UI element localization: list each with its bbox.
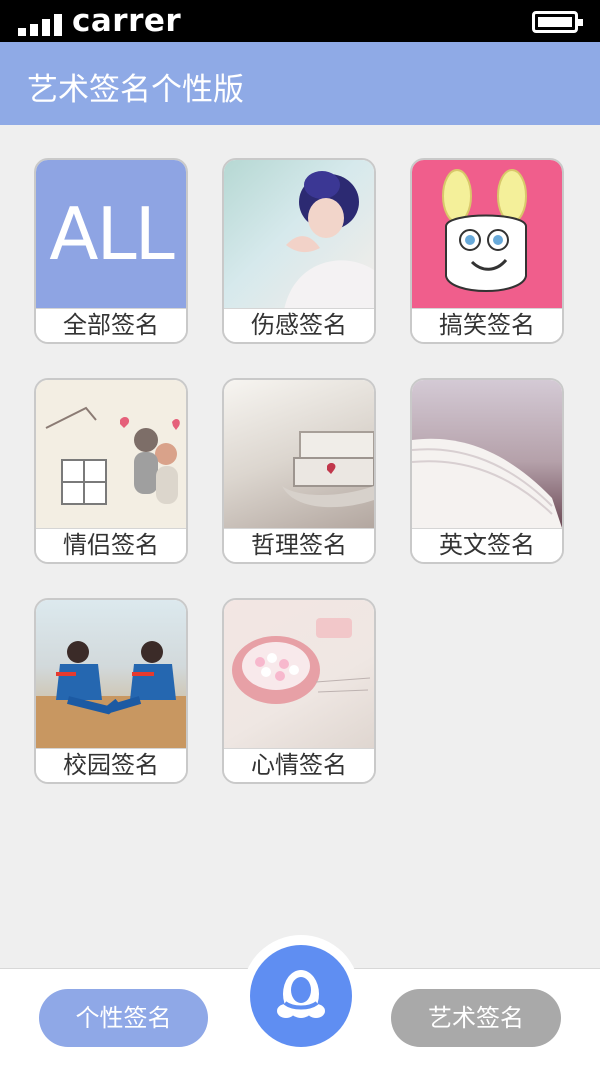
campus-students-photo (36, 600, 186, 748)
category-label: 伤感签名 (224, 308, 374, 342)
category-tile-couple[interactable]: 情侣签名 (34, 378, 188, 564)
all-icon: ALL (36, 160, 186, 308)
category-tile-funny[interactable]: 搞笑签名 (410, 158, 564, 344)
penguin-icon (277, 970, 325, 1018)
sad-girl-photo (224, 160, 374, 310)
battery-icon (532, 11, 583, 33)
page-title: 艺术签名个性版 (27, 72, 244, 108)
category-tile-sad[interactable]: 伤感签名 (222, 158, 376, 344)
status-bar: carrer (0, 0, 600, 42)
center-qq-button[interactable] (250, 945, 352, 1047)
couple-illustration (36, 380, 186, 528)
open-book-photo (412, 380, 562, 528)
signal-icon (18, 12, 66, 36)
category-label: 搞笑签名 (412, 308, 562, 342)
category-tile-campus[interactable]: 校园签名 (34, 598, 188, 784)
category-label: 哲理签名 (224, 528, 374, 562)
art-signature-button[interactable]: 艺术签名 (391, 989, 561, 1047)
category-tile-all[interactable]: ALL 全部签名 (34, 158, 188, 344)
funny-cartoon-deer (412, 160, 562, 308)
category-tile-mood[interactable]: 心情签名 (222, 598, 376, 784)
category-tile-philosophy[interactable]: 哲理签名 (222, 378, 376, 564)
carrier-name: carrer (72, 3, 182, 39)
category-tile-english[interactable]: 英文签名 (410, 378, 564, 564)
candy-jar-photo (224, 600, 374, 748)
category-label: 心情签名 (224, 748, 374, 782)
category-label: 英文签名 (412, 528, 562, 562)
category-label: 全部签名 (36, 308, 186, 342)
category-label: 校园签名 (36, 748, 186, 782)
personal-signature-button[interactable]: 个性签名 (39, 989, 208, 1047)
category-label: 情侣签名 (36, 528, 186, 562)
stacked-books-photo (224, 380, 374, 528)
app-header: 艺术签名个性版 (0, 42, 600, 125)
